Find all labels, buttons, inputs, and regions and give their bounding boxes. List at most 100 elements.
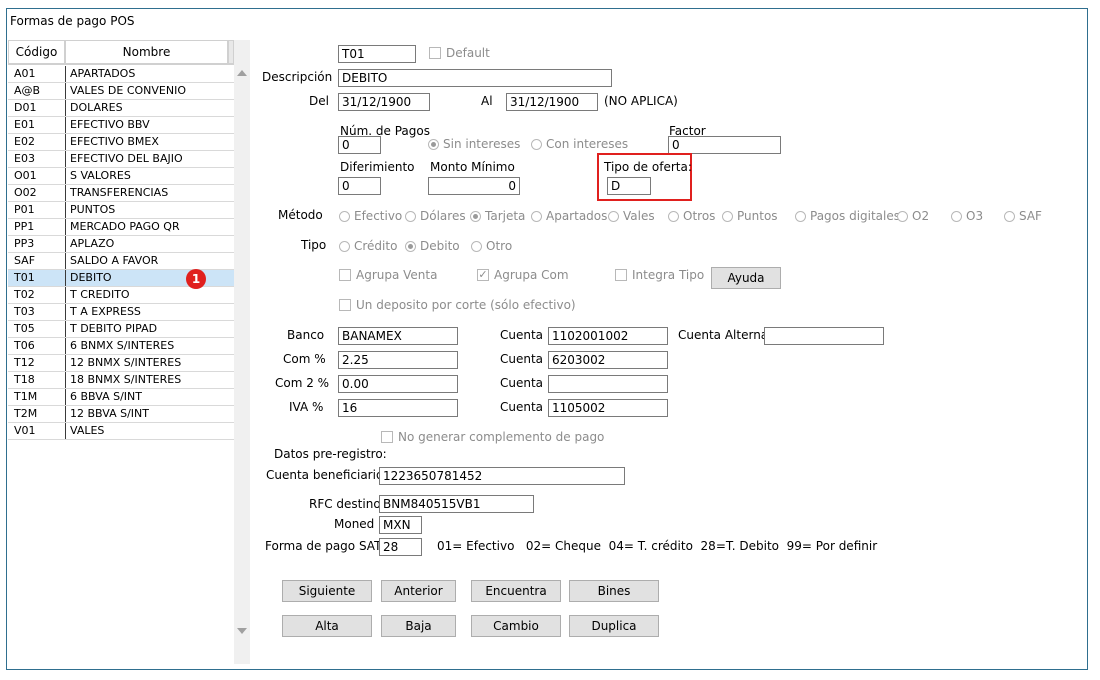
row-codigo: A@B [14, 84, 41, 97]
iva-field[interactable]: 16 [338, 399, 458, 417]
monto-minimo-field[interactable]: 0 [428, 177, 520, 195]
list-row[interactable]: T06 6 BNMX S/INTERES [8, 338, 234, 355]
list-row[interactable]: E01 EFECTIVO BBV [8, 117, 234, 134]
tipo-radio-2[interactable]: Otro [471, 239, 512, 253]
rfc-destino-field[interactable]: BNM840515VB1 [379, 495, 534, 513]
cuenta-field-2[interactable]: 6203002 [548, 351, 668, 369]
radio-selected-icon [405, 240, 416, 252]
radio-sin-intereses[interactable]: Sin intereses [428, 137, 520, 151]
del-date-field[interactable]: 31/12/1900 [338, 93, 430, 111]
metodo-radio-4[interactable]: Vales [608, 209, 655, 223]
metodo-radio-6[interactable]: Puntos [722, 209, 778, 223]
tipo-oferta-field[interactable]: D [607, 177, 651, 195]
cuenta-field-1[interactable]: 1102001002 [548, 327, 668, 345]
ayuda-button[interactable]: Ayuda [711, 267, 781, 289]
list-row[interactable]: O02 TRANSFERENCIAS [8, 185, 234, 202]
list-row[interactable]: P01 PUNTOS [8, 202, 234, 219]
codigo-field[interactable]: T01 [338, 45, 416, 63]
tipo-radio-1[interactable]: Debito [405, 239, 460, 253]
column-header-codigo[interactable]: Código [8, 40, 65, 64]
descripcion-field[interactable]: DEBITO [338, 69, 612, 87]
list-row[interactable]: PP1 MERCADO PAGO QR [8, 219, 234, 236]
duplica-button[interactable]: Duplica [569, 615, 659, 637]
list-row[interactable]: T2M 12 BBVA S/INT [8, 406, 234, 423]
list-row[interactable]: O01 S VALORES [8, 168, 234, 185]
list-row[interactable]: T03 T A EXPRESS [8, 304, 234, 321]
metodo-radio-10[interactable]: SAF [1004, 209, 1042, 223]
row-nombre: APARTADOS [70, 67, 136, 80]
metodo-radio-0[interactable]: Efectivo [339, 209, 402, 223]
integra-tipo-checkbox[interactable]: Integra Tipo [615, 268, 704, 282]
radio-icon [1004, 210, 1015, 222]
datos-preregistro-label: Datos pre-registro: [274, 447, 387, 461]
radio-con-intereses[interactable]: Con intereses [531, 137, 628, 151]
row-codigo: D01 [14, 101, 37, 114]
cambio-button[interactable]: Cambio [471, 615, 561, 637]
metodo-radio-8[interactable]: O2 [897, 209, 929, 223]
scroll-down-icon[interactable] [237, 628, 247, 634]
no-generar-label: No generar complemento de pago [398, 430, 605, 444]
metodo-radio-7[interactable]: Pagos digitales [795, 209, 900, 223]
baja-button[interactable]: Baja [381, 615, 456, 637]
column-header-nombre[interactable]: Nombre [65, 40, 228, 64]
radio-selected-icon [470, 210, 481, 222]
moneda-field[interactable]: MXN [379, 516, 422, 534]
cuenta-alterna-field[interactable] [764, 327, 884, 345]
anterior-button[interactable]: Anterior [381, 580, 456, 602]
num-pagos-field[interactable]: 0 [338, 136, 381, 154]
radio-icon [722, 210, 733, 222]
siguiente-button[interactable]: Siguiente [282, 580, 372, 602]
cuenta-field-4[interactable]: 1105002 [548, 399, 668, 417]
agrupa-venta-checkbox[interactable]: Agrupa Venta [339, 268, 437, 282]
forma-pago-sat-field[interactable]: 28 [379, 538, 422, 556]
cuenta-field-3[interactable] [548, 375, 668, 393]
list-row[interactable]: PP3 APLAZO [8, 236, 234, 253]
al-date-field[interactable]: 31/12/1900 [506, 93, 598, 111]
list-row[interactable]: T18 18 BNMX S/INTERES [8, 372, 234, 389]
bines-button[interactable]: Bines [569, 580, 659, 602]
radio-icon [405, 210, 416, 222]
factor-field[interactable]: 0 [668, 136, 781, 154]
default-checkbox[interactable]: Default [429, 46, 490, 60]
tipo-radio-0[interactable]: Crédito [339, 239, 397, 253]
diferimiento-field[interactable]: 0 [338, 177, 381, 195]
metodo-radio-3[interactable]: Apartados [531, 209, 607, 223]
radio-icon [668, 210, 679, 222]
row-codigo: T06 [14, 339, 35, 352]
agrupa-com-label: Agrupa Com [494, 268, 569, 282]
list-row[interactable]: D01 DOLARES [8, 100, 234, 117]
tipo-option-label: Debito [420, 239, 460, 253]
row-divider [65, 117, 66, 133]
metodo-radio-5[interactable]: Otros [668, 209, 715, 223]
row-nombre: 12 BBVA S/INT [70, 407, 149, 420]
metodo-radio-1[interactable]: Dólares [405, 209, 466, 223]
row-codigo: PP1 [14, 220, 35, 233]
list-row[interactable]: T05 T DEBITO PIPAD [8, 321, 234, 338]
cuenta-beneficiario-field[interactable]: 1223650781452 [379, 467, 625, 485]
integra-tipo-label: Integra Tipo [632, 268, 705, 282]
list-row[interactable]: A01 APARTADOS [8, 66, 234, 83]
no-generar-checkbox[interactable]: No generar complemento de pago [381, 430, 604, 444]
list-row[interactable]: E03 EFECTIVO DEL BAJIO [8, 151, 234, 168]
list-row[interactable]: SAF SALDO A FAVOR [8, 253, 234, 270]
list-row[interactable]: T02 T CREDITO [8, 287, 234, 304]
list-row[interactable]: T1M 6 BBVA S/INT [8, 389, 234, 406]
list-scrollbar[interactable] [234, 40, 250, 664]
row-codigo: PP3 [14, 237, 35, 250]
agrupa-com-checkbox[interactable]: ✓ Agrupa Com [477, 268, 569, 282]
alta-button[interactable]: Alta [282, 615, 372, 637]
list-row[interactable]: A@B VALES DE CONVENIO [8, 83, 234, 100]
scroll-up-icon[interactable] [237, 70, 247, 76]
com2-field[interactable]: 0.00 [338, 375, 458, 393]
banco-field[interactable]: BANAMEX [338, 327, 458, 345]
deposito-corte-checkbox[interactable]: Un deposito por corte (sólo efectivo) [339, 298, 576, 312]
row-divider [65, 321, 66, 337]
list-row[interactable]: T12 12 BNMX S/INTERES [8, 355, 234, 372]
encuentra-button[interactable]: Encuentra [471, 580, 561, 602]
metodo-radio-9[interactable]: O3 [951, 209, 983, 223]
row-codigo: T02 [14, 288, 35, 301]
com-field[interactable]: 2.25 [338, 351, 458, 369]
metodo-radio-2[interactable]: Tarjeta [470, 209, 525, 223]
list-row[interactable]: E02 EFECTIVO BMEX [8, 134, 234, 151]
list-row[interactable]: V01 VALES [8, 423, 234, 440]
